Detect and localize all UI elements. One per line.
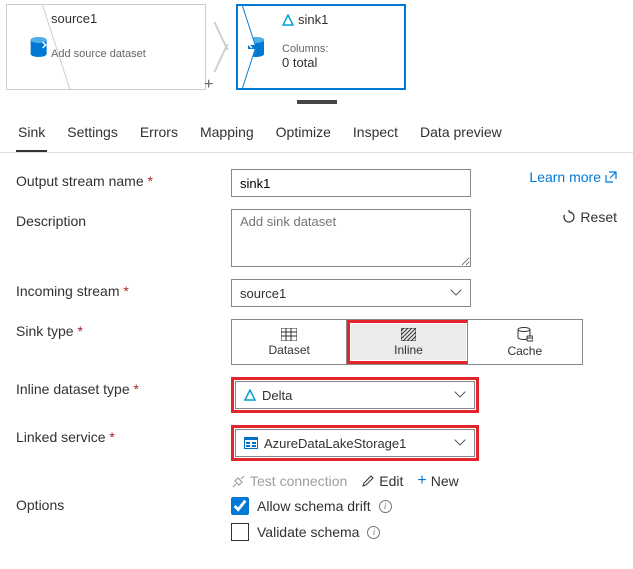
test-connection-button: Test connection	[231, 473, 347, 489]
tab-data-preview[interactable]: Data preview	[418, 116, 504, 152]
tab-optimize[interactable]: Optimize	[274, 116, 333, 152]
validate-schema-checkbox[interactable]: Validate schema i	[231, 523, 380, 541]
reset-icon	[562, 210, 576, 224]
sink-form: Output stream name Learn more Descriptio…	[0, 153, 633, 565]
tab-bar: Sink Settings Errors Mapping Optimize In…	[0, 116, 633, 153]
tab-sink[interactable]: Sink	[16, 116, 47, 152]
sink-type-inline[interactable]: Inline	[351, 324, 465, 360]
label-sink-type: Sink type	[16, 319, 231, 339]
label-linked-service: Linked service	[16, 425, 231, 445]
label-output-stream: Output stream name	[16, 169, 231, 189]
connector	[206, 4, 236, 90]
sink-type-segmented: Dataset Inline Cache	[231, 319, 583, 365]
inline-icon	[401, 328, 416, 341]
edit-button[interactable]: Edit	[361, 473, 403, 489]
info-icon[interactable]: i	[379, 500, 392, 513]
sink-columns-label: Columns:	[282, 43, 328, 55]
learn-more-link[interactable]: Learn more	[529, 169, 617, 185]
allow-schema-drift-checkbox[interactable]: Allow schema drift i	[231, 497, 392, 515]
grid-icon	[281, 328, 297, 341]
source-node-title: source1	[51, 11, 146, 26]
flow-canvas: source1 Add source dataset + sink1 Colum…	[0, 0, 633, 94]
label-inline-dataset-type: Inline dataset type	[16, 377, 231, 397]
inline-dataset-select[interactable]: Delta	[235, 381, 475, 409]
label-description: Description	[16, 209, 231, 229]
pencil-icon	[361, 474, 375, 488]
source-node-subtitle: Add source dataset	[51, 48, 146, 60]
plug-icon	[231, 474, 246, 489]
label-options: Options	[16, 473, 231, 513]
tab-inspect[interactable]: Inspect	[351, 116, 400, 152]
reset-button[interactable]: Reset	[562, 209, 617, 225]
storage-icon	[244, 437, 258, 449]
linked-service-select[interactable]: AzureDataLakeStorage1	[235, 429, 475, 457]
label-incoming-stream: Incoming stream	[16, 279, 231, 299]
incoming-stream-select[interactable]: source1	[231, 279, 471, 307]
new-button[interactable]: + New	[417, 473, 458, 489]
resize-handle[interactable]	[297, 100, 337, 104]
info-icon[interactable]: i	[367, 526, 380, 539]
database-icon	[238, 6, 274, 88]
output-stream-input[interactable]	[231, 169, 471, 197]
sink-type-cache[interactable]: Cache	[468, 320, 582, 364]
description-input[interactable]	[231, 209, 471, 267]
delta-icon	[282, 14, 294, 26]
cache-icon	[517, 327, 533, 342]
delta-icon	[244, 389, 256, 401]
tab-settings[interactable]: Settings	[65, 116, 120, 152]
sink-columns-value: 0 total	[282, 55, 328, 70]
sink-type-dataset[interactable]: Dataset	[232, 320, 347, 364]
external-link-icon	[605, 171, 617, 183]
plus-icon: +	[417, 475, 426, 487]
chevron-down-icon	[456, 390, 466, 400]
tab-errors[interactable]: Errors	[138, 116, 180, 152]
source-node[interactable]: source1 Add source dataset	[6, 4, 206, 90]
sink-node[interactable]: sink1 Columns: 0 total	[236, 4, 406, 90]
chevron-down-icon	[456, 438, 466, 448]
chevron-down-icon	[452, 288, 462, 298]
sink-node-title: sink1	[298, 12, 328, 27]
tab-mapping[interactable]: Mapping	[198, 116, 256, 152]
